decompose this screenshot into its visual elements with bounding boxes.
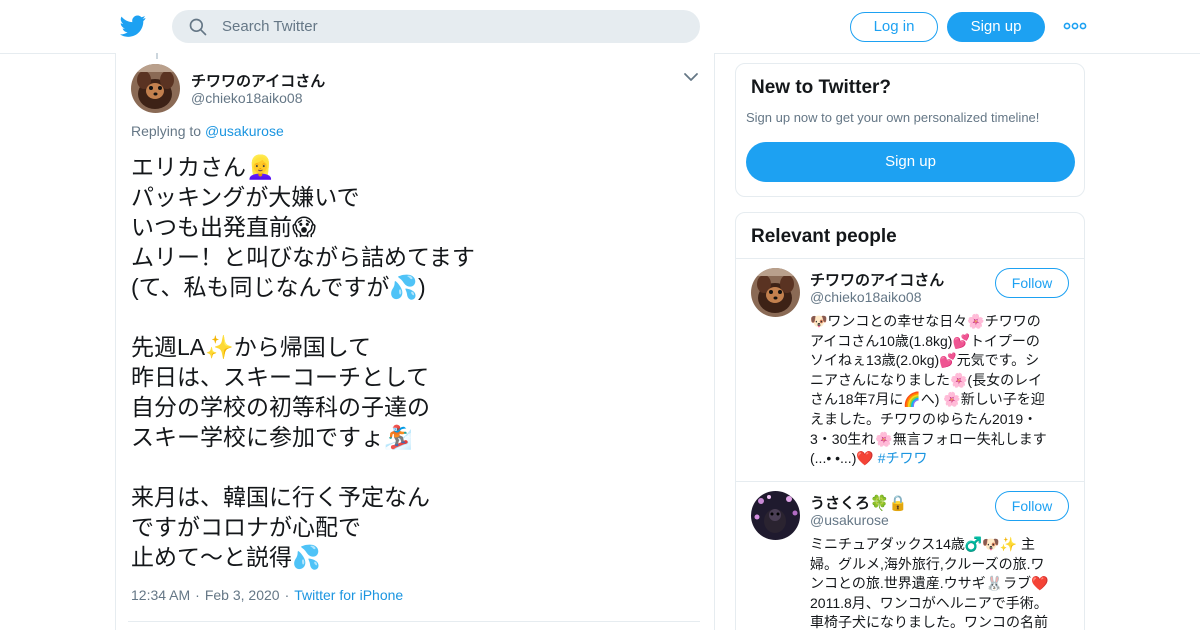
signup-button[interactable]: Sign up bbox=[947, 12, 1045, 42]
bio-line: さん18年7月に🌈へ) 🌸新しい子を迎 bbox=[810, 391, 1045, 408]
tweet-source-link[interactable]: Twitter for iPhone bbox=[294, 587, 403, 603]
tweet-text-line: いつも出発直前😱 bbox=[131, 214, 316, 240]
thread-connector-line bbox=[156, 53, 158, 59]
follow-button[interactable]: Follow bbox=[995, 268, 1069, 298]
person-bio: 🐶ワンコとの幸せな日々🌸チワワの アイコさん10歳(1.8kg)💕トイプーの ソ… bbox=[810, 312, 1072, 469]
bio-line: アイコさん10歳(1.8kg)💕トイプーの bbox=[810, 332, 1040, 349]
tweet-text-line: 先週LA✨から帰国して bbox=[131, 334, 372, 360]
search-input[interactable] bbox=[222, 10, 682, 43]
more-dots-icon[interactable] bbox=[1063, 18, 1087, 34]
bio-line: 2011.8月、ワンコがヘルニアで手術。 bbox=[810, 594, 1048, 611]
person-handle[interactable]: @usakurose bbox=[810, 512, 889, 528]
avatar[interactable] bbox=[131, 64, 180, 113]
tweet-author-name[interactable]: チワワのアイコさん bbox=[191, 70, 325, 91]
tweet-text-line bbox=[131, 302, 701, 332]
new-to-twitter-subtitle: Sign up now to get your own personalized… bbox=[746, 110, 1040, 125]
bio-line: 婦。グルメ,海外旅行,クルーズの旅.ワ bbox=[810, 555, 1045, 572]
hashtag-link[interactable]: #チワワ bbox=[878, 450, 928, 466]
tweet-text-line: 自分の学校の初等科の子達の bbox=[131, 394, 430, 420]
separator: · bbox=[195, 587, 200, 603]
replying-to-label: Replying to bbox=[131, 123, 202, 139]
tweet-text-line bbox=[131, 452, 701, 482]
bio-line: ミニチュアダックス14歳♂️🐶✨ 主 bbox=[810, 536, 1036, 552]
bio-text: (...• •...)❤️ bbox=[810, 450, 878, 467]
twitter-bird-icon[interactable] bbox=[119, 13, 147, 39]
tweet-text-line: スキー学校に参加ですょ🏂 bbox=[131, 424, 413, 450]
new-to-twitter-title: New to Twitter? bbox=[751, 77, 892, 98]
relevant-people-title: Relevant people bbox=[751, 226, 897, 247]
tweet-text-line: (て、私も同じなんですが💦) bbox=[131, 274, 426, 300]
person-handle[interactable]: @chieko18aiko08 bbox=[810, 289, 922, 305]
person-item: うさくろ🍀🔒 @usakurose Follow ミニチュアダックス14歳♂️🐶… bbox=[736, 481, 1084, 630]
person-bio: ミニチュアダックス14歳♂️🐶✨ 主 婦。グルメ,海外旅行,クルーズの旅.ワ ン… bbox=[810, 535, 1072, 630]
person-item: チワワのアイコさん @chieko18aiko08 Follow 🐶ワンコとの幸… bbox=[736, 258, 1084, 482]
relevant-people-card: Relevant people チワワのアイコさん @chieko18aiko0… bbox=[735, 212, 1085, 630]
avatar[interactable] bbox=[751, 491, 800, 540]
replying-to: Replying to @usakurose bbox=[131, 123, 284, 139]
bio-line: 🐶ワンコとの幸せな日々🌸チワワの bbox=[810, 313, 1041, 329]
sidebar-signup-button[interactable]: Sign up bbox=[746, 142, 1075, 182]
tweet-text-line: パッキングが大嫌いで bbox=[131, 184, 360, 210]
login-button[interactable]: Log in bbox=[850, 12, 938, 42]
bio-line: ニアさんになりました🌸(長女のレイ bbox=[810, 371, 1043, 388]
bio-line: (...• •...)❤️ #チワワ bbox=[810, 449, 1072, 469]
chevron-down-icon[interactable] bbox=[683, 71, 699, 83]
tweet-time[interactable]: 12:34 AM bbox=[131, 587, 190, 603]
tweet-text-line: 昨日は、スキーコーチとして bbox=[131, 364, 430, 390]
search-bar bbox=[172, 10, 700, 43]
tweet-date[interactable]: Feb 3, 2020 bbox=[205, 587, 280, 603]
tweet-author-handle[interactable]: @chieko18aiko08 bbox=[191, 90, 303, 106]
person-name[interactable]: うさくろ🍀🔒 bbox=[810, 492, 907, 513]
bio-line: ンコとの旅.世界遺産.ウサギ🐰ラブ❤️ bbox=[810, 575, 1049, 592]
search-icon bbox=[189, 18, 207, 36]
tweet-metadata: 12:34 AM · Feb 3, 2020 · Twitter for iPhone bbox=[131, 587, 403, 603]
follow-button[interactable]: Follow bbox=[995, 491, 1069, 521]
separator: · bbox=[284, 587, 290, 603]
tweet-text-line: ですがコロナが心配で bbox=[131, 514, 361, 540]
replying-to-link[interactable]: @usakurose bbox=[205, 123, 284, 139]
tweet-text-line: 来月は、韓国に行く予定なん bbox=[131, 484, 430, 510]
person-name[interactable]: チワワのアイコさん bbox=[810, 269, 944, 290]
bio-line: ソイねぇ13歳(2.0kg)💕元気です。シ bbox=[810, 352, 1040, 369]
tweet-text-line: ムリー！と叫びながら詰めてます bbox=[131, 244, 475, 270]
new-to-twitter-card: New to Twitter? Sign up now to get your … bbox=[735, 63, 1085, 197]
bio-line: 車椅子犬になりました。ワンコの名前 bbox=[810, 614, 1048, 630]
bio-line: 3・30生れ🌸無言フォロー失礼します bbox=[810, 430, 1047, 447]
tweet-permalink: チワワのアイコさん @chieko18aiko08 Replying to @u… bbox=[115, 53, 715, 630]
tweet-text-line: 止めて〜と説得💦 bbox=[131, 544, 321, 570]
avatar[interactable] bbox=[751, 268, 800, 317]
top-navigation-bar: Log in Sign up bbox=[0, 0, 1200, 54]
divider bbox=[128, 621, 700, 622]
tweet-text-line: エリカさん👱‍♀️ bbox=[131, 154, 275, 180]
tweet-text: エリカさん👱‍♀️ パッキングが大嫌いで いつも出発直前😱 ムリー！と叫びながら… bbox=[131, 152, 701, 572]
bio-line: えました。チワワのゆらたん2019・ bbox=[810, 410, 1038, 427]
